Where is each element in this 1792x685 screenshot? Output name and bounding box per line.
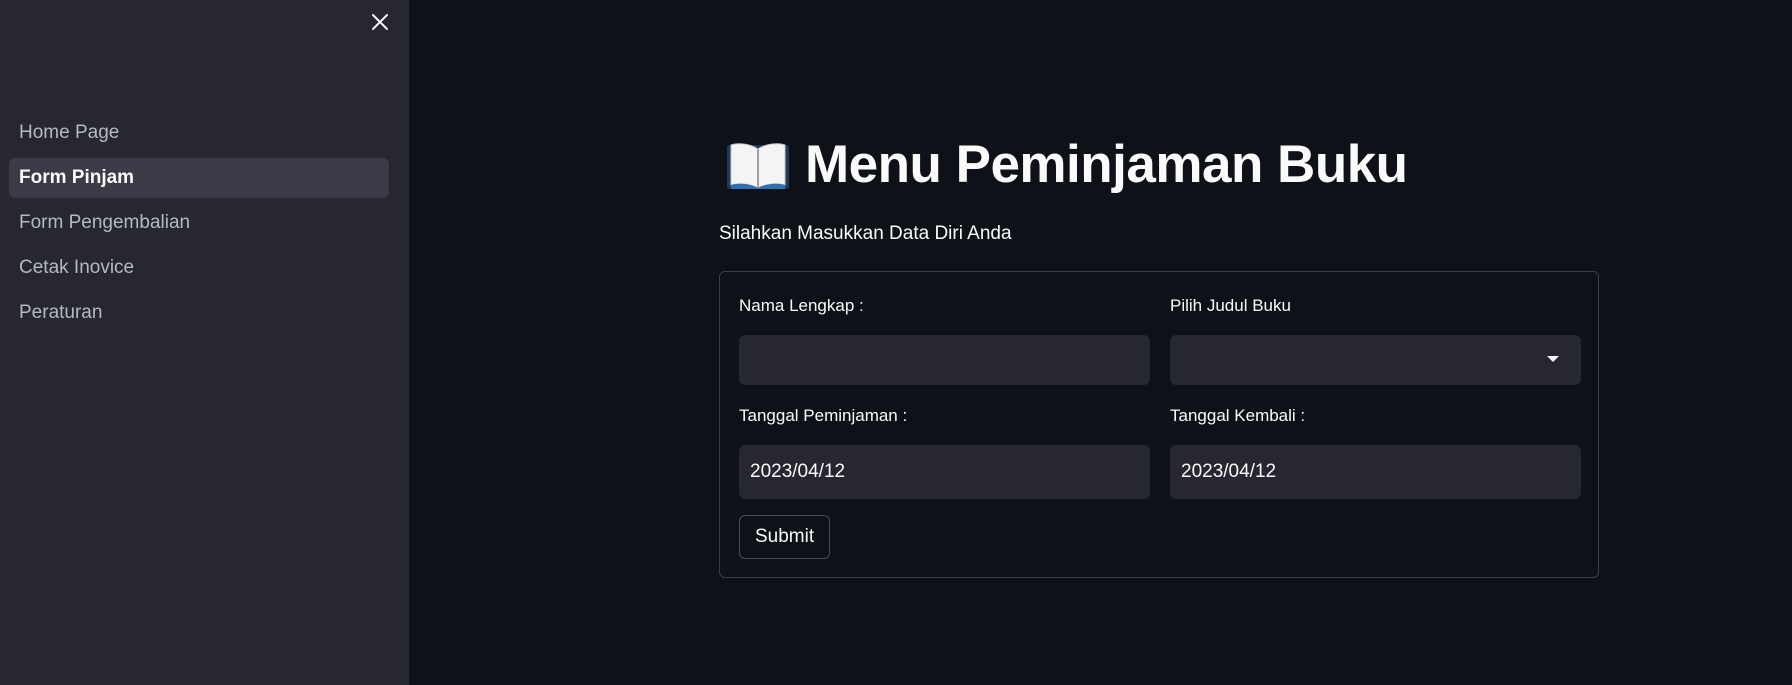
sidebar-item-peraturan[interactable]: Peraturan [9,293,389,333]
nama-label: Nama Lengkap : [739,296,864,315]
tgl-pinjam-value: 2023/04/12 [750,461,846,482]
sidebar-item-label: Home Page [19,122,120,143]
sidebar-item-label: Peraturan [19,302,103,323]
submit-button[interactable]: Submit [739,515,831,559]
page-title: Menu Peminjaman Buku [805,135,1408,194]
judul-field-group: Pilih Judul Buku [1170,296,1581,385]
nama-field-group: Nama Lengkap : [739,296,1150,385]
judul-label: Pilih Judul Buku [1170,296,1291,315]
open-book-icon [727,142,789,189]
tgl-pinjam-field-group: Tanggal Peminjaman : 2023/04/12 [739,406,1150,499]
page-subtitle: Silahkan Masukkan Data Diri Anda [719,223,1012,244]
chevron-down-icon [1547,356,1559,362]
tanggal-kembali-input[interactable]: 2023/04/12 [1170,445,1581,499]
close-sidebar-button[interactable] [366,8,394,36]
sidebar-item-home-page[interactable]: Home Page [9,113,389,153]
nama-lengkap-input[interactable] [739,335,1150,385]
tgl-kembali-label: Tanggal Kembali : [1170,406,1306,425]
sidebar-nav: Home Page Form Pinjam Form Pengembalian … [9,113,389,338]
close-icon [372,14,388,30]
app: Home Page Form Pinjam Form Pengembalian … [0,0,1792,685]
sidebar-item-form-pengembalian[interactable]: Form Pengembalian [9,203,389,243]
sidebar-item-label: Form Pinjam [19,167,135,188]
tanggal-peminjaman-input[interactable]: 2023/04/12 [739,445,1150,499]
sidebar-item-label: Cetak Inovice [19,257,135,278]
sidebar: Home Page Form Pinjam Form Pengembalian … [0,0,409,685]
sidebar-item-form-pinjam[interactable]: Form Pinjam [9,158,389,198]
judul-buku-select[interactable] [1170,335,1581,385]
tgl-pinjam-label: Tanggal Peminjaman : [739,406,908,425]
main-content: Menu Peminjaman Buku Silahkan Masukkan D… [409,0,1792,685]
page-header: Menu Peminjaman Buku [725,134,1408,195]
sidebar-item-label: Form Pengembalian [19,212,191,233]
tgl-kembali-field-group: Tanggal Kembali : 2023/04/12 [1170,406,1581,499]
tgl-kembali-value: 2023/04/12 [1181,461,1277,482]
sidebar-item-cetak-inovice[interactable]: Cetak Inovice [9,248,389,288]
loan-form: Nama Lengkap : Pilih Judul Buku Tanggal … [719,271,1599,578]
